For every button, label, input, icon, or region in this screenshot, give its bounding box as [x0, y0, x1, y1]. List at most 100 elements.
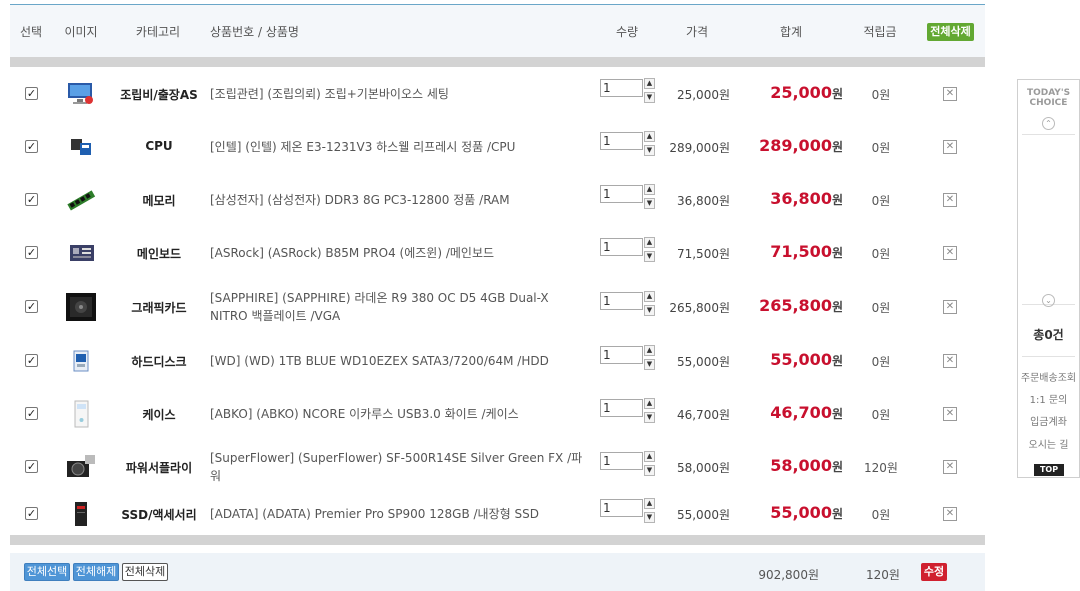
- sidebar-link-directions[interactable]: 오시는 길: [1018, 436, 1079, 451]
- row-category: 메모리: [142, 193, 176, 208]
- quantity-input[interactable]: 1: [600, 398, 643, 417]
- quantity-up-icon[interactable]: ▲: [644, 290, 655, 302]
- delete-row-icon[interactable]: ✕: [943, 406, 957, 421]
- quantity-up-icon[interactable]: ▲: [644, 450, 655, 462]
- row-checkbox[interactable]: ✓: [25, 245, 38, 259]
- sidebar-title-line1: TODAY'S: [1026, 88, 1071, 98]
- row-checkbox[interactable]: ✓: [25, 299, 38, 313]
- header-category: 카테고리: [135, 25, 181, 39]
- row-product-name[interactable]: [조립관련] (조립의뢰) 조립+기본바이오스 세팅: [210, 85, 590, 103]
- delete-row-icon[interactable]: ✕: [943, 299, 957, 314]
- row-checkbox[interactable]: ✓: [25, 86, 38, 100]
- row-total-value: 46,700: [770, 402, 832, 422]
- row-price: 55,000원: [676, 354, 730, 369]
- scroll-up-icon[interactable]: ⌃: [1042, 117, 1055, 130]
- row-product-name[interactable]: [WD] (WD) 1TB BLUE WD10EZEX SATA3/7200/6…: [210, 352, 590, 370]
- delete-row-icon[interactable]: ✕: [943, 353, 957, 368]
- quantity-down-icon[interactable]: ▼: [644, 411, 655, 423]
- delete-row-icon[interactable]: ✕: [943, 139, 957, 154]
- quantity-input[interactable]: 1: [600, 184, 643, 203]
- sum-points: 120원: [866, 568, 900, 582]
- edit-button[interactable]: 수정: [921, 563, 947, 581]
- hdd-icon[interactable]: [65, 347, 97, 375]
- row-points: 0원: [871, 508, 891, 522]
- quantity-up-icon[interactable]: ▲: [644, 498, 655, 509]
- quantity-input[interactable]: 1: [600, 237, 643, 256]
- top-button[interactable]: TOP: [1034, 464, 1064, 476]
- row-product-name[interactable]: [SuperFlower] (SuperFlower) SF-500R14SE …: [210, 449, 590, 485]
- quantity-down-icon[interactable]: ▼: [644, 304, 655, 316]
- quantity-down-icon[interactable]: ▼: [644, 512, 655, 523]
- sidebar-title-line2: CHOICE: [1029, 98, 1068, 108]
- quantity-input[interactable]: 1: [600, 451, 643, 470]
- row-total-value: 265,800: [759, 295, 832, 315]
- row-product-name[interactable]: [ASRock] (ASRock) B85M PRO4 (에즈윈) /메인보드: [210, 244, 590, 262]
- delete-row-icon[interactable]: ✕: [943, 245, 957, 260]
- quantity-up-icon[interactable]: ▲: [644, 130, 655, 142]
- quantity-down-icon[interactable]: ▼: [644, 358, 655, 370]
- delete-all-footer-button[interactable]: 전체삭제: [122, 563, 168, 581]
- quantity-up-icon[interactable]: ▲: [644, 77, 655, 89]
- motherboard-icon[interactable]: [65, 239, 97, 267]
- quantity-down-icon[interactable]: ▼: [644, 144, 655, 156]
- quantity-up-icon[interactable]: ▲: [644, 183, 655, 195]
- sidebar-link-inquiry[interactable]: 1:1 문의: [1018, 391, 1079, 406]
- row-total-unit: 원: [831, 406, 843, 421]
- row-product-name[interactable]: [인텔] (인텔) 제온 E3-1231V3 하스웰 리프레시 정품 /CPU: [210, 138, 590, 156]
- row-product-name[interactable]: [삼성전자] (삼성전자) DDR3 8G PC3-12800 정품 /RAM: [210, 191, 590, 209]
- delete-row-icon[interactable]: ✕: [943, 507, 957, 521]
- row-checkbox[interactable]: ✓: [25, 406, 38, 420]
- quantity-down-icon[interactable]: ▼: [644, 464, 655, 476]
- table-header: 선택 이미지 카테고리 상품번호 / 상품명 수량 가격 합계 적립금 전체삭제: [10, 5, 985, 57]
- sum-total: 902,800원: [758, 568, 819, 582]
- delete-row-icon[interactable]: ✕: [943, 192, 957, 207]
- row-price: 46,700원: [676, 407, 730, 422]
- quantity-up-icon[interactable]: ▲: [644, 236, 655, 248]
- sidebar-count: 총0건: [1033, 328, 1064, 342]
- quantity-up-icon[interactable]: ▲: [644, 344, 655, 356]
- row-category: 파워서플라이: [125, 460, 193, 475]
- row-product-name[interactable]: [ADATA] (ADATA) Premier Pro SP900 128GB …: [210, 505, 590, 523]
- case-icon[interactable]: [65, 400, 97, 428]
- select-all-button[interactable]: 전체선택: [24, 563, 70, 581]
- cpu-icon[interactable]: [65, 133, 97, 161]
- ram-icon[interactable]: [65, 186, 97, 214]
- row-points: 0원: [871, 87, 891, 102]
- delete-all-header-button[interactable]: 전체삭제: [927, 23, 974, 41]
- row-points: 0원: [871, 140, 891, 155]
- row-checkbox[interactable]: ✓: [25, 192, 38, 206]
- quantity-input[interactable]: 1: [600, 78, 643, 97]
- row-product-name[interactable]: [SAPPHIRE] (SAPPHIRE) 라데온 R9 380 OC D5 4…: [210, 289, 590, 325]
- row-checkbox[interactable]: ✓: [25, 459, 38, 473]
- row-total-unit: 원: [831, 353, 843, 368]
- row-points: 0원: [871, 407, 891, 422]
- quantity-input[interactable]: 1: [600, 291, 643, 310]
- sidebar-link-bank-account[interactable]: 입금계좌: [1018, 413, 1079, 428]
- quantity-input[interactable]: 1: [600, 131, 643, 150]
- row-total: 36,800원: [770, 189, 843, 208]
- quantity-down-icon[interactable]: ▼: [644, 197, 655, 209]
- quantity-up-icon[interactable]: ▲: [644, 397, 655, 409]
- row-category: 조립비/출장AS: [120, 87, 198, 102]
- scroll-down-icon[interactable]: ⌄: [1042, 294, 1055, 307]
- row-checkbox[interactable]: ✓: [25, 139, 38, 153]
- quantity-down-icon[interactable]: ▼: [644, 91, 655, 103]
- row-checkbox[interactable]: ✓: [25, 353, 38, 367]
- delete-row-icon[interactable]: ✕: [943, 459, 957, 474]
- graphics-card-icon[interactable]: [65, 292, 97, 321]
- row-checkbox[interactable]: ✓: [25, 507, 38, 520]
- quantity-down-icon[interactable]: ▼: [644, 250, 655, 262]
- row-total-unit: 원: [831, 507, 843, 521]
- quantity-input[interactable]: 1: [600, 499, 643, 517]
- row-category: 케이스: [142, 407, 176, 422]
- ssd-icon[interactable]: [65, 500, 97, 528]
- row-total-value: 58,000: [770, 455, 832, 475]
- service-icon[interactable]: [65, 80, 97, 108]
- delete-row-icon[interactable]: ✕: [943, 86, 957, 101]
- quantity-input[interactable]: 1: [600, 345, 643, 364]
- deselect-all-button[interactable]: 전체해제: [73, 563, 119, 581]
- sidebar-link-order-tracking[interactable]: 주문배송조회: [1018, 369, 1079, 384]
- row-category: 하드디스크: [131, 354, 187, 369]
- row-product-name[interactable]: [ABKO] (ABKO) NCORE 이카루스 USB3.0 화이트 /케이스: [210, 405, 590, 423]
- power-supply-icon[interactable]: [65, 453, 97, 481]
